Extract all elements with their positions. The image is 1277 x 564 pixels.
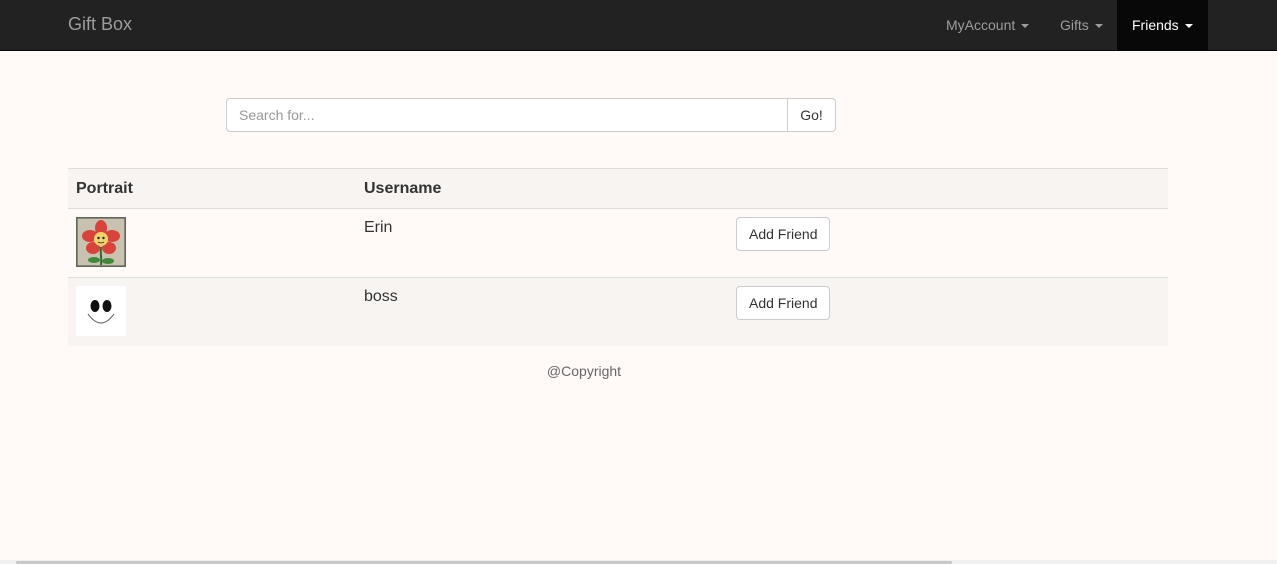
nav-dropdown-gifts[interactable]: Gifts: [1045, 0, 1118, 50]
table-header-row: Portrait Username: [68, 168, 1168, 209]
action-cell: Add Friend: [728, 277, 1168, 346]
nav-dropdown-friends[interactable]: Friends: [1117, 0, 1208, 50]
column-header-portrait: Portrait: [68, 168, 356, 209]
nav-item-label: Gifts: [1060, 17, 1089, 33]
username-cell: boss: [356, 277, 728, 346]
smiley-face-portrait-icon: [76, 286, 126, 336]
horizontal-scrollbar[interactable]: [0, 560, 1277, 564]
brand-link[interactable]: Gift Box: [68, 14, 132, 34]
add-friend-button[interactable]: Add Friend: [736, 217, 831, 251]
footer-copyright: @Copyright: [546, 363, 622, 379]
table-row: Erin Add Friend: [68, 208, 1168, 278]
flower-portrait-icon: [76, 217, 126, 267]
caret-down-icon: [1184, 24, 1193, 29]
username-cell: Erin: [356, 208, 728, 278]
search-input[interactable]: [226, 98, 788, 132]
nav-item-label: Friends: [1132, 17, 1179, 33]
nav-dropdown-myaccount[interactable]: MyAccount: [931, 0, 1044, 50]
column-header-action: [728, 168, 1168, 209]
search-group: Go!: [226, 98, 836, 132]
caret-down-icon: [1094, 24, 1103, 29]
action-cell: Add Friend: [728, 208, 1168, 278]
portrait-cell: [68, 277, 356, 346]
caret-down-icon: [1021, 24, 1030, 29]
nav-item-label: MyAccount: [946, 17, 1016, 33]
add-friend-button[interactable]: Add Friend: [736, 286, 831, 320]
friends-table: Portrait Username Erin Add Friend boss A…: [68, 168, 1168, 346]
top-navbar: Gift Box MyAccount Gifts Friends: [0, 0, 1277, 51]
go-button[interactable]: Go!: [787, 98, 836, 132]
table-row: boss Add Friend: [68, 277, 1168, 346]
portrait-cell: [68, 208, 356, 278]
column-header-username: Username: [356, 168, 728, 209]
